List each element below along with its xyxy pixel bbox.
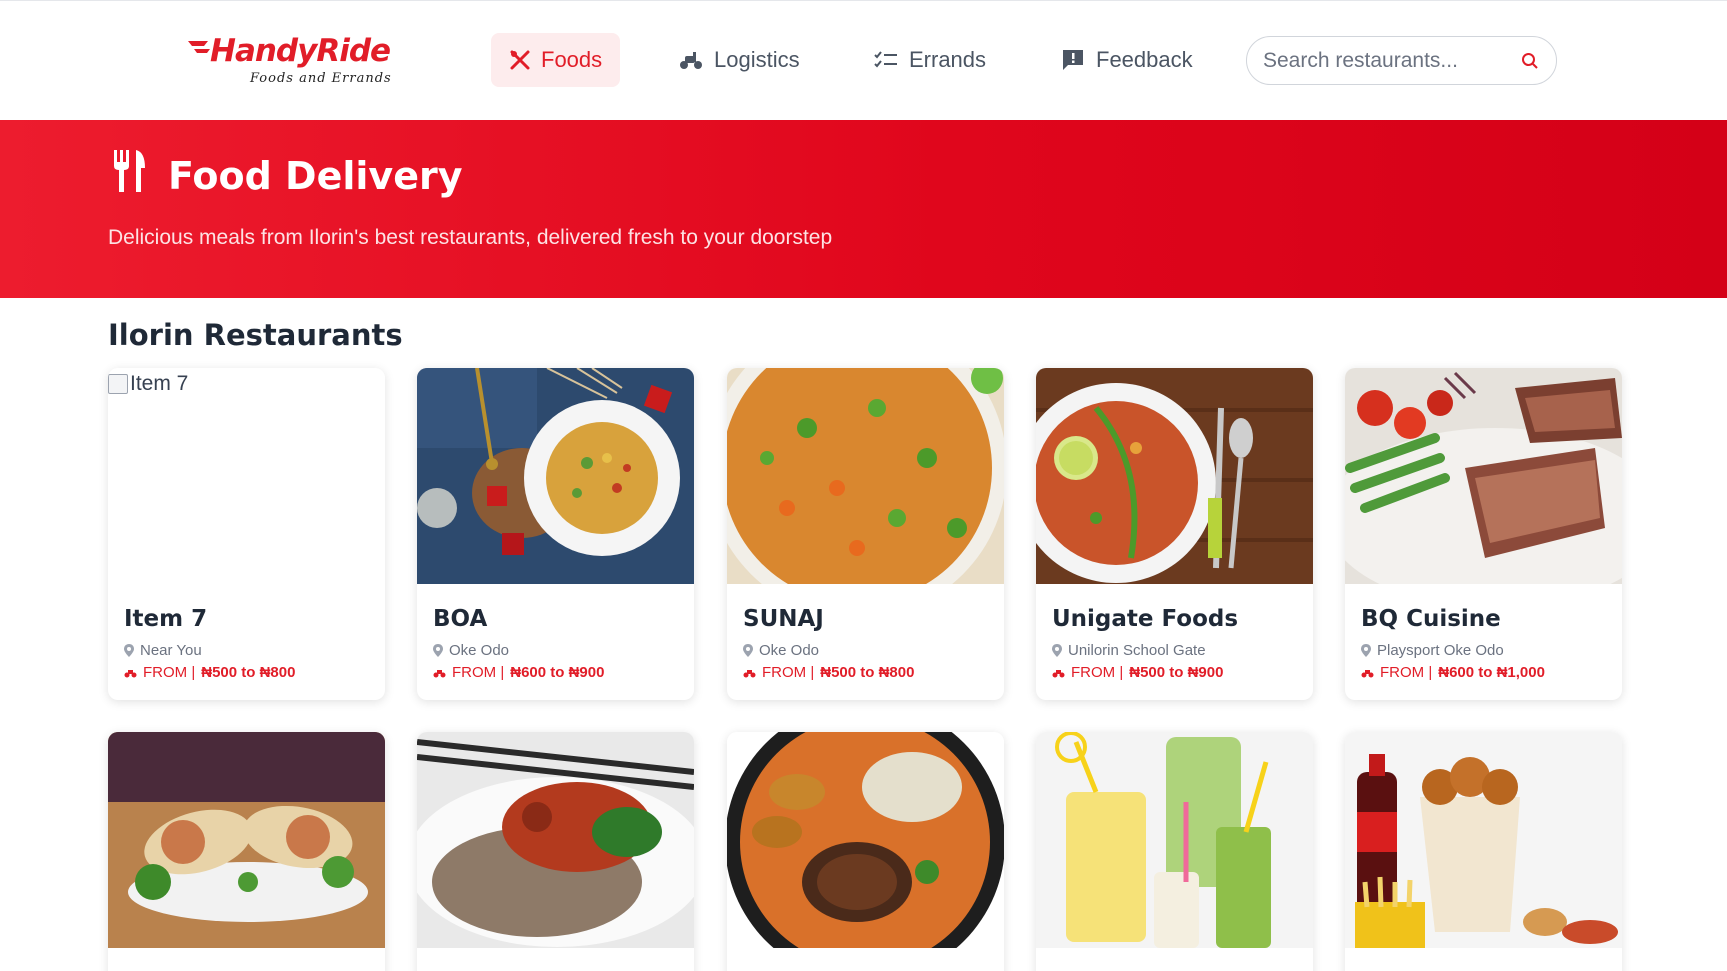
search-box: [1246, 36, 1557, 85]
banner-subtitle: Delicious meals from Ilorin's best resta…: [108, 226, 833, 249]
top-navbar: HandyRide Foods and Errands Foods Logist…: [0, 0, 1727, 120]
restaurant-card[interactable]: Unigate Foods Unilorin School Gate FROM …: [1036, 368, 1313, 700]
search-icon[interactable]: [1520, 51, 1540, 71]
restaurant-card[interactable]: [1345, 732, 1622, 971]
restaurant-image: [1036, 368, 1313, 584]
scooter-icon: [1052, 670, 1065, 678]
scooter-icon: [433, 670, 446, 678]
scooter-icon: [124, 670, 137, 678]
utensils-icon: [114, 150, 145, 192]
checklist-icon: [873, 47, 899, 73]
restaurant-card[interactable]: Item 7 Item 7 Near You FROM | ₦500 to ₦80…: [108, 368, 385, 700]
restaurant-card[interactable]: [1036, 732, 1313, 971]
broken-image-icon: [108, 374, 128, 394]
restaurant-image: [727, 368, 1004, 584]
restaurant-card[interactable]: BQ Cuisine Playsport Oke Odo FROM | ₦600 …: [1345, 368, 1622, 700]
restaurant-image: [1345, 368, 1622, 584]
scooter-icon: [1361, 670, 1374, 678]
section-title: Ilorin Restaurants: [108, 318, 403, 352]
restaurant-price: FROM | ₦500 to ₦800: [124, 664, 295, 681]
restaurant-card[interactable]: [417, 732, 694, 971]
nav-foods-label: Foods: [541, 47, 603, 72]
restaurant-image: [417, 732, 694, 948]
nav-foods[interactable]: Foods: [491, 33, 620, 87]
restaurant-price: FROM | ₦600 to ₦900: [433, 664, 604, 681]
restaurant-location: Playsport Oke Odo: [1361, 642, 1504, 659]
restaurant-name: BOA: [433, 606, 488, 632]
nav-feedback[interactable]: Feedback: [1042, 33, 1211, 87]
handyride-logo[interactable]: HandyRide Foods and Errands: [186, 29, 391, 91]
logo-tagline: Foods and Errands: [250, 71, 392, 86]
restaurant-card[interactable]: [727, 732, 1004, 971]
restaurant-price: FROM | ₦600 to ₦1,000: [1361, 664, 1545, 681]
restaurant-card[interactable]: SUNAJ Oke Odo FROM | ₦500 to ₦800: [727, 368, 1004, 700]
broken-image: Item 7: [108, 372, 188, 396]
restaurant-name: SUNAJ: [743, 606, 824, 632]
banner-title: Food Delivery: [168, 154, 463, 198]
restaurant-card[interactable]: BOA Oke Odo FROM | ₦600 to ₦900: [417, 368, 694, 700]
logo-wordmark: HandyRide: [210, 33, 391, 69]
restaurant-price: FROM | ₦500 to ₦800: [743, 664, 914, 681]
search-input[interactable]: [1263, 48, 1513, 73]
restaurant-name: Unigate Foods: [1052, 606, 1239, 632]
restaurant-location: Oke Odo: [743, 642, 819, 659]
scooter-icon: [743, 670, 756, 678]
image-alt-text: Item 7: [130, 372, 189, 395]
restaurant-image-broken: Item 7: [108, 368, 385, 584]
location-pin-icon: [743, 644, 753, 657]
restaurant-location: Near You: [124, 642, 202, 659]
restaurant-price: FROM | ₦500 to ₦900: [1052, 664, 1223, 681]
restaurant-image: [108, 732, 385, 948]
location-pin-icon: [124, 644, 134, 657]
location-pin-icon: [1361, 644, 1371, 657]
nav-errands-label: Errands: [909, 47, 987, 72]
restaurant-name: BQ Cuisine: [1361, 606, 1501, 632]
nav-feedback-label: Feedback: [1096, 47, 1193, 72]
restaurant-image: [727, 732, 1004, 948]
restaurant-image: [1036, 732, 1313, 948]
location-pin-icon: [1052, 644, 1062, 657]
restaurant-image: [1345, 732, 1622, 948]
restaurant-image: [417, 368, 694, 584]
restaurant-location: Oke Odo: [433, 642, 509, 659]
scooter-icon: [678, 47, 704, 73]
nav-errands[interactable]: Errands: [855, 33, 1004, 87]
hero-banner: Food Delivery Delicious meals from Ilori…: [0, 120, 1727, 298]
feedback-icon: [1060, 47, 1086, 73]
nav-logistics[interactable]: Logistics: [660, 33, 818, 87]
restaurant-location: Unilorin School Gate: [1052, 642, 1206, 659]
fork-knife-cross-icon: [509, 47, 531, 73]
restaurant-card[interactable]: [108, 732, 385, 971]
nav-logistics-label: Logistics: [714, 47, 800, 72]
restaurant-name: Item 7: [124, 606, 208, 632]
location-pin-icon: [433, 644, 443, 657]
